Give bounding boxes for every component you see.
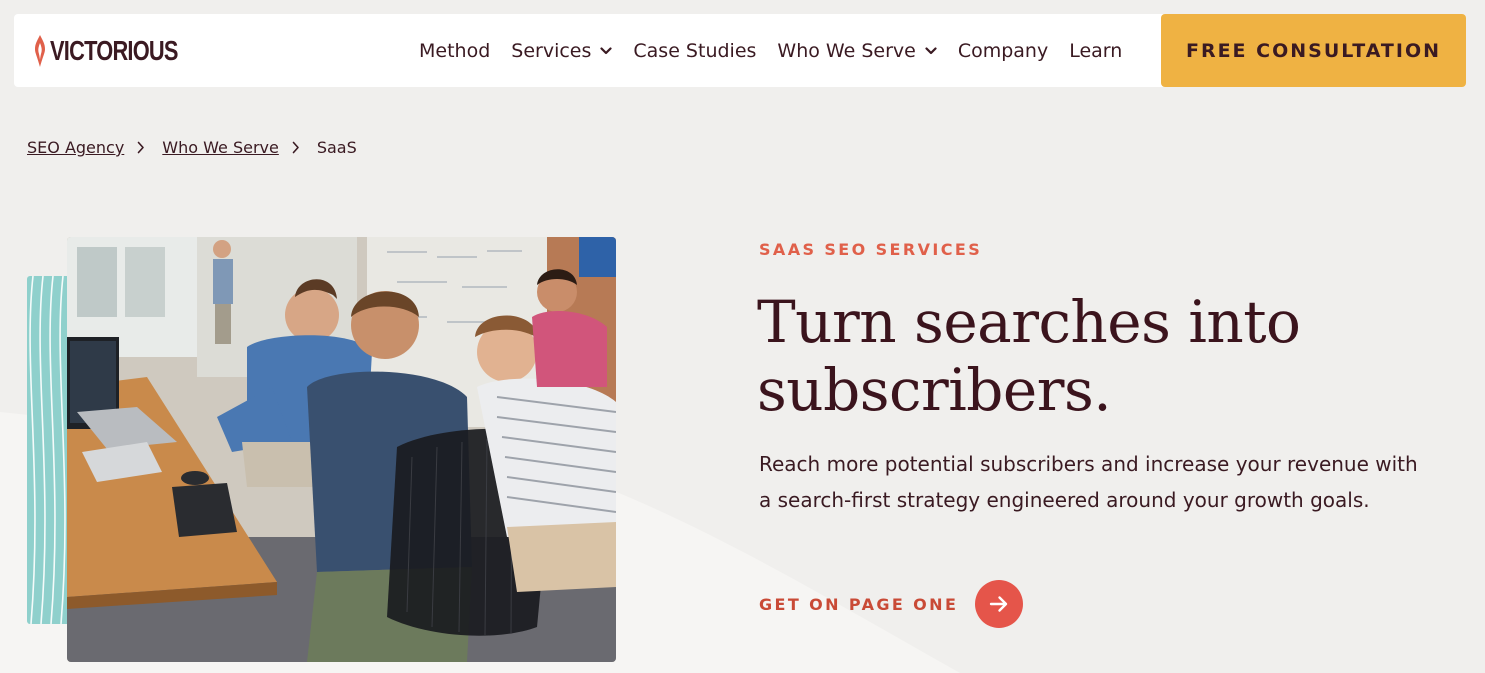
breadcrumb-link-seo-agency[interactable]: SEO Agency [27, 138, 124, 157]
hero-headline: Turn searches into subscribers. [757, 288, 1397, 424]
nav-item-case-studies[interactable]: Case Studies [633, 40, 756, 62]
get-on-page-one-link[interactable]: GET ON PAGE ONE [759, 580, 1024, 628]
chevron-right-icon [292, 141, 300, 154]
main-nav: Method Services Case Studies Who We Serv… [419, 14, 1143, 87]
nav-item-who-we-serve[interactable]: Who We Serve [777, 39, 937, 62]
breadcrumb-link-who-we-serve[interactable]: Who We Serve [162, 138, 279, 157]
logo-wordmark: VICTORIOUS [50, 35, 178, 66]
nav-item-label: Method [419, 39, 491, 62]
free-consultation-button[interactable]: FREE CONSULTATION [1161, 14, 1466, 87]
chevron-down-icon [925, 46, 937, 54]
nav-item-learn[interactable]: Learn [1069, 40, 1122, 62]
nav-item-label: Learn [1069, 39, 1123, 62]
arrow-right-icon [990, 596, 1008, 612]
nav-item-label: Company [957, 39, 1049, 62]
nav-item-services[interactable]: Services [511, 40, 612, 62]
hero-description-line: a search-first strategy engineered aroun… [759, 488, 1370, 512]
nav-item-label: Case Studies [633, 39, 757, 62]
hero-description-line: Reach more potential subscribers and inc… [759, 452, 1418, 476]
nav-item-label: Who We Serve [777, 39, 916, 62]
nav-item-method[interactable]: Method [419, 40, 490, 62]
nav-item-company[interactable]: Company [958, 40, 1048, 62]
hero-photo-team-meeting [67, 237, 616, 662]
hero-eyebrow: SAAS SEO SERVICES [759, 240, 983, 259]
get-on-page-one-label: GET ON PAGE ONE [759, 594, 959, 614]
hero-headline-line: subscribers. [757, 356, 1112, 424]
chevron-right-icon [137, 141, 145, 154]
nav-item-label: Services [511, 39, 592, 62]
logo[interactable]: VICTORIOUS [32, 34, 214, 68]
chevron-down-icon [600, 46, 612, 54]
breadcrumb: SEO Agency Who We Serve SaaS [27, 138, 357, 157]
breadcrumb-current-page: SaaS [316, 138, 357, 157]
hero-description: Reach more potential subscribers and inc… [759, 446, 1459, 518]
flame-icon [35, 35, 45, 67]
hero-headline-line: Turn searches into [757, 288, 1301, 356]
get-on-page-one-button[interactable] [975, 580, 1024, 628]
site-header: VICTORIOUS Method Services Case Studies … [14, 14, 1466, 87]
